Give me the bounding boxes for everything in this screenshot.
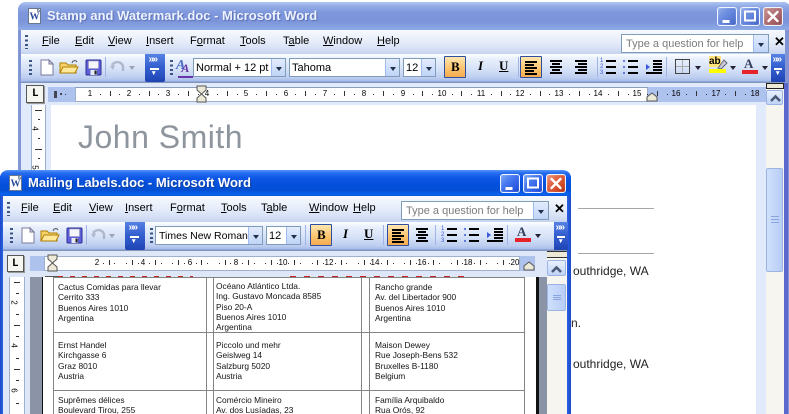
svg-text:W: W [11, 179, 21, 190]
svg-text:W: W [30, 12, 40, 23]
